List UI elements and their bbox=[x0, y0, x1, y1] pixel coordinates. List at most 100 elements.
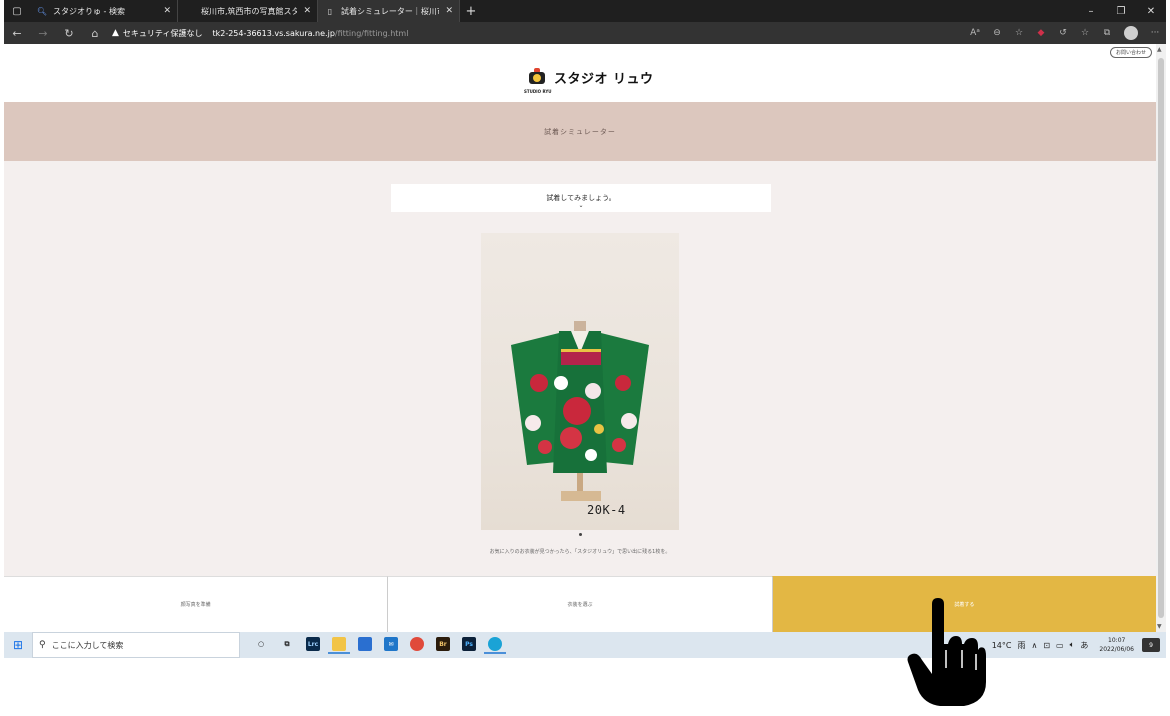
mail-icon[interactable]: ✉ bbox=[380, 636, 402, 654]
intro-text: 試着してみましょう。 bbox=[546, 194, 616, 202]
flower bbox=[585, 449, 597, 461]
collections-icon[interactable]: ⧉ bbox=[1096, 28, 1118, 38]
bridge-icon[interactable]: Br bbox=[432, 636, 454, 654]
browser-window: ▢ 🔍︎ スタジオりゅ - 検索 ✕ 桜川市,筑西市の写真館スタジオリュ ✕ ▯… bbox=[4, 0, 1166, 658]
logo-subtitle: STUDIO RYU bbox=[524, 89, 552, 94]
taskbar-search[interactable]: ⚲ ここに入力して検索 bbox=[32, 632, 240, 658]
notice-text: お気に入りのお衣装が見つかったら、「スタジオリュウ」で思い出に残る1枚を。 bbox=[489, 549, 671, 555]
flower bbox=[560, 427, 582, 449]
web-page: お問い合わせ STUDIO RYU スタジオ リュウ 試着シミュレーター 試着し… bbox=[4, 44, 1156, 632]
photoshop-icon[interactable]: Ps bbox=[458, 636, 480, 654]
flower bbox=[585, 383, 601, 399]
mannequin-neck bbox=[574, 321, 586, 331]
profile-avatar[interactable] bbox=[1124, 26, 1138, 40]
page-icon: ▯ bbox=[327, 6, 333, 16]
flower bbox=[615, 375, 631, 391]
tab-actions-icon[interactable]: ▢ bbox=[4, 0, 30, 22]
stand-base bbox=[561, 491, 601, 501]
scroll-down-icon[interactable]: ▼ bbox=[1157, 623, 1162, 630]
flower bbox=[525, 415, 541, 431]
site-logo[interactable]: STUDIO RYU スタジオ リュウ bbox=[524, 66, 654, 94]
tab-fitting[interactable]: ▯ 試着シミュレーター｜桜川市,筑西市の ✕ bbox=[318, 0, 460, 22]
display-icon[interactable]: ▭ bbox=[1056, 641, 1064, 650]
page-banner: 試着シミュレーター bbox=[4, 102, 1156, 161]
chevron-up-icon[interactable]: ∧ bbox=[1031, 641, 1037, 650]
tab-title: 桜川市,筑西市の写真館スタジオリュ bbox=[201, 6, 298, 16]
zoom-icon[interactable]: ⊖ bbox=[986, 28, 1008, 38]
select-costume-button[interactable]: 衣装を選ぶ bbox=[387, 576, 772, 632]
cortana-icon[interactable]: ○ bbox=[250, 636, 272, 654]
scrollbar-thumb[interactable] bbox=[1158, 58, 1164, 618]
more-icon[interactable]: ··· bbox=[1144, 28, 1166, 38]
flower bbox=[554, 376, 568, 390]
prepare-photo-button[interactable]: 顔写真を準備 bbox=[4, 576, 388, 632]
weather-condition[interactable]: 雨 bbox=[1017, 640, 1025, 651]
close-tab-icon[interactable]: ✕ bbox=[163, 6, 171, 16]
network-icon[interactable]: ⊡ bbox=[1043, 641, 1050, 650]
home-icon[interactable]: ⌂ bbox=[82, 27, 108, 40]
window-controls: – ❐ ✕ bbox=[1076, 6, 1166, 17]
edge-icon[interactable] bbox=[484, 636, 506, 654]
warning-icon: ▲ bbox=[112, 28, 119, 38]
volume-icon[interactable]: 🔈︎ bbox=[1070, 640, 1075, 650]
clock-time: 10:07 bbox=[1108, 637, 1126, 644]
logo-text: スタジオ リュウ bbox=[554, 71, 654, 87]
address-bar[interactable]: ▲ セキュリティ保護なし tk2-254-36613.vs.sakura.ne.… bbox=[112, 24, 872, 42]
intro-toggle[interactable]: 試着してみましょう。 ⌄ bbox=[391, 184, 771, 212]
notification-count: 9 bbox=[1149, 641, 1153, 649]
tab-search[interactable]: 🔍︎ スタジオりゅ - 検索 ✕ bbox=[30, 0, 178, 22]
scroll-up-icon[interactable]: ▲ bbox=[1157, 46, 1162, 53]
camera-logo-icon: STUDIO RYU bbox=[524, 66, 551, 94]
chrome-icon[interactable] bbox=[406, 636, 428, 654]
clock-date: 2022/06/06 bbox=[1099, 646, 1134, 653]
extension-icon[interactable]: ◆ bbox=[1030, 28, 1052, 38]
ime-indicator[interactable]: あ bbox=[1080, 640, 1088, 651]
navigation-bar: ← → ↻ ⌂ ▲ セキュリティ保護なし tk2-254-36613.vs.sa… bbox=[4, 22, 1166, 44]
flower bbox=[621, 413, 637, 429]
refresh-icon[interactable]: ↻ bbox=[56, 27, 82, 40]
windows-start-icon[interactable]: ⊞ bbox=[4, 638, 32, 652]
restore-icon[interactable]: ❐ bbox=[1106, 6, 1136, 17]
refresh-extension-icon[interactable]: ↺ bbox=[1052, 28, 1074, 38]
chevron-down-icon: ⌄ bbox=[578, 202, 584, 209]
weather-temp[interactable]: 14°C bbox=[992, 641, 1012, 650]
close-tab-icon[interactable]: ✕ bbox=[445, 6, 453, 16]
forward-icon[interactable]: → bbox=[30, 27, 56, 40]
page-scrollbar[interactable]: ▲ ▼ bbox=[1156, 44, 1166, 632]
inquiry-button[interactable]: お問い合わせ bbox=[1109, 47, 1152, 58]
tab-title: スタジオりゅ - 検索 bbox=[53, 6, 125, 16]
flower bbox=[530, 374, 548, 392]
url-path: /fitting/fitting.html bbox=[334, 28, 409, 38]
pointer-hand-icon bbox=[907, 598, 986, 706]
security-label: セキュリティ保護なし bbox=[122, 28, 203, 38]
taskbar-search-placeholder: ここに入力して検索 bbox=[51, 640, 124, 650]
task-view-icon[interactable]: ⧉ bbox=[276, 636, 298, 654]
clock[interactable]: 10:07 2022/06/06 bbox=[1099, 636, 1134, 654]
tab-title: 試着シミュレーター｜桜川市,筑西市の bbox=[341, 6, 439, 16]
costume-code: 20K-4 bbox=[587, 503, 626, 517]
kimono-illustration bbox=[511, 321, 649, 501]
read-aloud-icon[interactable]: Aᵃ bbox=[964, 28, 986, 38]
carousel-indicator[interactable] bbox=[579, 533, 582, 536]
taskbar-apps: ○ ⧉ Lrc ✉ Br Ps bbox=[248, 636, 508, 654]
obi-cord bbox=[561, 349, 601, 352]
close-window-icon[interactable]: ✕ bbox=[1136, 6, 1166, 17]
notification-icon[interactable]: 9 bbox=[1142, 638, 1160, 652]
tab-studio[interactable]: 桜川市,筑西市の写真館スタジオリュ ✕ bbox=[178, 0, 318, 22]
favorites-icon[interactable]: ☆ bbox=[1074, 28, 1096, 38]
search-icon: 🔍︎ bbox=[36, 6, 48, 16]
search-icon: ⚲ bbox=[39, 640, 46, 650]
store-icon[interactable] bbox=[354, 636, 376, 654]
windows-taskbar: ⊞ ⚲ ここに入力して検索 ○ ⧉ Lrc ✉ Br Ps 14°C 雨 ∧ ⊡… bbox=[4, 632, 1166, 658]
tab-strip: ▢ 🔍︎ スタジオりゅ - 検索 ✕ 桜川市,筑西市の写真館スタジオリュ ✕ ▯… bbox=[4, 0, 1166, 22]
page-title: 試着シミュレーター bbox=[544, 127, 616, 136]
close-tab-icon[interactable]: ✕ bbox=[303, 6, 311, 16]
favorite-add-icon[interactable]: ☆ bbox=[1008, 28, 1030, 38]
lightroom-icon[interactable]: Lrc bbox=[302, 636, 324, 654]
new-tab-button[interactable]: + bbox=[460, 4, 482, 19]
toolbar-icons: Aᵃ ⊖ ☆ ◆ ↺ ☆ ⧉ ··· bbox=[964, 26, 1166, 40]
file-explorer-icon[interactable] bbox=[328, 636, 350, 654]
url-host: tk2-254-36613.vs.sakura.ne.jp bbox=[212, 28, 335, 38]
back-icon[interactable]: ← bbox=[4, 27, 30, 40]
minimize-icon[interactable]: – bbox=[1076, 6, 1106, 17]
